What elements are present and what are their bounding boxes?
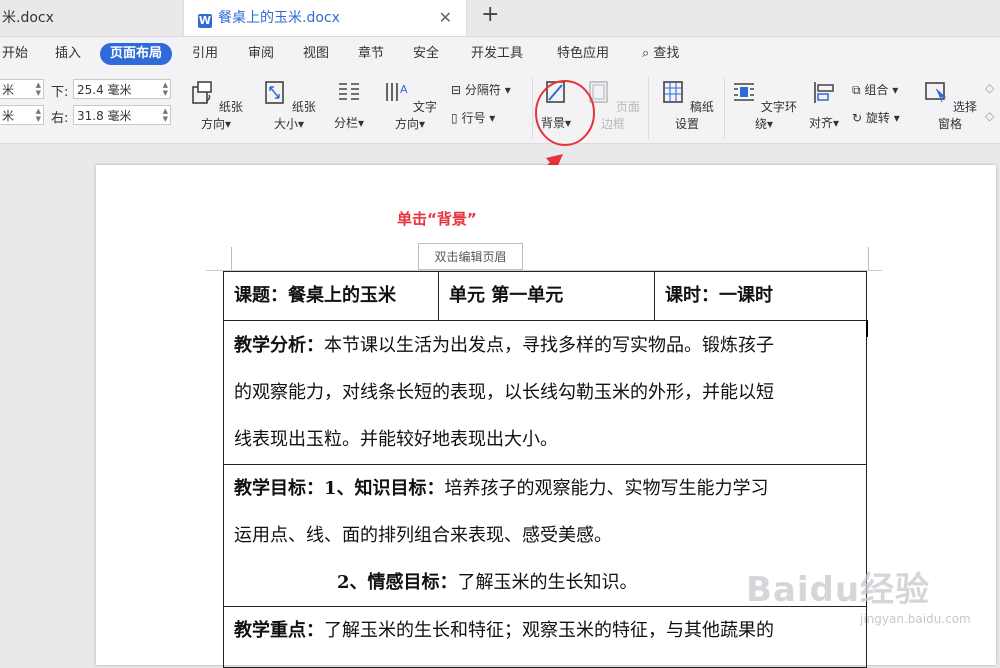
watermark-url: jingyan.baidu.com [860, 612, 971, 626]
analysis-line: 本节课以生活为出发点，寻找多样的写实物品。锻炼孩子 [324, 335, 774, 356]
text-cursor [866, 320, 868, 337]
watermark-logo: Baidu经验 [746, 570, 931, 610]
goal-line: 培养孩子的观察能力、实物写生能力学习 [444, 478, 769, 499]
goal-line: 运用点、线、面的排列组合来表现、感受美感。 [234, 525, 612, 546]
key-text: 了解玉米的生长和特征；观察玉米的特征，与其他蔬果的 [324, 620, 774, 641]
analysis-label: 教学分析： [234, 335, 324, 356]
emotion-label: 2、情感目标： [337, 572, 458, 593]
analysis-line: 线表现出玉粒。并能较好地表现出大小。 [234, 429, 558, 450]
table-row: 教学分析：本节课以生活为出发点，寻找多样的写实物品。锻炼孩子 的观察能力，对线条… [223, 320, 867, 465]
table-row: 课题：餐桌上的玉米 单元 第一单元 课时：一课时 [223, 271, 867, 321]
table-cell-topic[interactable]: 课题：餐桌上的玉米 [223, 271, 439, 321]
table-cell-unit[interactable]: 单元 第一单元 [438, 271, 655, 321]
table-cell-period[interactable]: 课时：一课时 [654, 271, 867, 321]
edit-header-button[interactable]: 双击编辑页眉 [418, 243, 523, 270]
analysis-line: 的观察能力，对线条长短的表现，以长线勾勒玉米的外形，并能以短 [234, 382, 774, 403]
highlight-circle [535, 80, 595, 146]
goal-label: 教学目标：1、知识目标： [234, 478, 445, 499]
margin-mark [231, 247, 232, 271]
margin-mark [868, 247, 869, 271]
table-cell-analysis[interactable]: 教学分析：本节课以生活为出发点，寻找多样的写实物品。锻炼孩子 的观察能力，对线条… [223, 320, 867, 465]
emotion-text: 了解玉米的生长知识。 [457, 572, 638, 593]
annotation-text: 单击“背景” [397, 210, 477, 228]
key-label: 教学重点： [234, 620, 324, 641]
table-cell-key-points[interactable]: 教学重点：了解玉米的生长和特征；观察玉米的特征，与其他蔬果的 [223, 606, 867, 668]
table-row: 教学重点：了解玉米的生长和特征；观察玉米的特征，与其他蔬果的 [223, 606, 867, 668]
